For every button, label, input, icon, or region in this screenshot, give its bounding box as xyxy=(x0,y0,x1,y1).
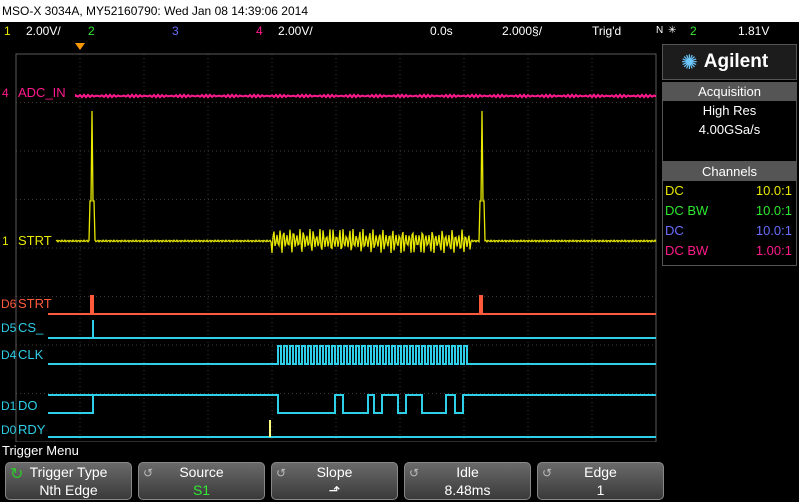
sample-rate: 4.00GSa/s xyxy=(698,122,761,137)
d5-tag: D5 xyxy=(1,321,17,335)
softkey-value: 8.48ms xyxy=(444,482,491,498)
channel-row: DC 10.0:1 xyxy=(663,221,796,241)
softkey-title: Edge xyxy=(584,464,617,480)
channels-header: Channels xyxy=(663,163,796,181)
edge-softkey[interactable]: ↺ Edge 1 xyxy=(537,462,664,500)
softkey-value: Nth Edge xyxy=(39,482,98,498)
d0-tag: D0 xyxy=(1,423,17,437)
status-bar: 1 2.00V/ 2 3 4 2.00V/ 0.0s 2.000§/ Trig'… xyxy=(0,22,799,40)
ch2-probe: 10.0:1 xyxy=(755,203,792,218)
label-strt-analog: STRT xyxy=(18,233,52,248)
ch1-number[interactable]: 1 xyxy=(4,22,11,40)
delay-readout[interactable]: 0.0s xyxy=(430,22,453,40)
trigger-level[interactable]: 1.81V xyxy=(738,22,769,40)
waveform-display[interactable]: 4 ADC_IN 1 STRT D6 STRT D5 CS_ D4 CLK D1… xyxy=(0,40,660,442)
ch4-probe: 1.00:1 xyxy=(755,243,792,258)
ch4-scale[interactable]: 2.00V/ xyxy=(278,22,313,40)
rotate-knob-icon: ↺ xyxy=(276,466,287,480)
waveform-canvas[interactable]: 4 ADC_IN 1 STRT D6 STRT D5 CS_ D4 CLK D1… xyxy=(0,40,660,442)
trigger-mode: Trig'd xyxy=(592,24,622,38)
spark-icon: ✺ xyxy=(681,51,698,74)
d6-tag: D6 xyxy=(1,297,17,311)
rotate-knob-icon: ↻ xyxy=(10,466,24,483)
acquisition-panel[interactable]: Acquisition High Res 4.00GSa/s xyxy=(662,82,797,162)
acquisition-header: Acquisition xyxy=(663,83,796,101)
ch2-number[interactable]: 2 xyxy=(88,22,95,40)
brand-name: Agilent xyxy=(703,51,769,72)
sidebar: ✺ Agilent Acquisition High Res 4.00GSa/s… xyxy=(660,40,799,442)
ch2-coupling: DC BW xyxy=(665,203,709,218)
ch1-coupling: DC xyxy=(665,183,684,198)
ch3-probe: 10.0:1 xyxy=(755,223,792,238)
adc-in-trace xyxy=(75,93,657,99)
label-d4-clk: CLK xyxy=(18,347,44,362)
channel-row: DC BW 10.0:1 xyxy=(663,201,796,221)
instrument-title: MSO-X 3034A, MY52160790: Wed Jan 08 14:3… xyxy=(2,4,308,18)
ch1-scale[interactable]: 2.00V/ xyxy=(26,22,61,40)
softkey-bar: ↻ Trigger Type Nth Edge ↺ Source S1 ↺ Sl… xyxy=(0,460,799,502)
ch4-coupling: DC BW xyxy=(665,243,709,258)
trigger-source: N xyxy=(656,25,664,36)
ch1-probe: 10.0:1 xyxy=(755,183,792,198)
softkey-title: Trigger Type xyxy=(29,464,108,480)
source-softkey[interactable]: ↺ Source S1 xyxy=(138,462,265,500)
title-bar: MSO-X 3034A, MY52160790: Wed Jan 08 14:3… xyxy=(0,0,799,22)
softkey-value: ⬏ xyxy=(328,482,341,498)
ch4-ground-marker: 4 xyxy=(2,86,9,100)
acquisition-mode: High Res xyxy=(702,103,757,118)
softkey-title: Idle xyxy=(456,464,479,480)
rotate-knob-icon: ↺ xyxy=(143,466,154,480)
channel-row: DC BW 1.00:1 xyxy=(663,241,796,261)
channels-panel[interactable]: Channels DC 10.0:1 DC BW 10.0:1 DC 10.0:1 D… xyxy=(662,162,797,266)
slope-softkey[interactable]: ↺ Slope ⬏ xyxy=(271,462,398,500)
softkey-title: Source xyxy=(179,464,224,480)
label-d0-rdy: RDY xyxy=(18,422,46,437)
ch4-number[interactable]: 4 xyxy=(256,22,263,40)
softkey-value: S1 xyxy=(192,482,211,498)
d1-tag: D1 xyxy=(1,399,17,413)
rotate-knob-icon: ↺ xyxy=(542,466,553,480)
label-d5-cs: CS_ xyxy=(18,320,44,335)
ch3-coupling: DC xyxy=(665,223,684,238)
channel-row: DC 10.0:1 xyxy=(663,181,796,201)
label-d6-strt: STRT xyxy=(18,296,52,311)
d4-tag: D4 xyxy=(1,348,17,362)
ch3-number[interactable]: 3 xyxy=(172,22,179,40)
ch1-ground-marker: 1 xyxy=(2,234,9,248)
softkey-title: Slope xyxy=(316,464,353,480)
label-adc-in: ADC_IN xyxy=(18,85,66,100)
trigger-channel: 2 xyxy=(690,24,697,38)
trigger-type-icon: ✳ xyxy=(668,25,677,36)
softkey-value: 1 xyxy=(596,482,605,498)
timebase-readout[interactable]: 2.000§/ xyxy=(502,22,542,40)
menu-title: Trigger Menu xyxy=(2,443,79,458)
brand-logo: ✺ Agilent xyxy=(662,44,797,80)
trigger-type-softkey[interactable]: ↻ Trigger Type Nth Edge xyxy=(5,462,132,500)
idle-softkey[interactable]: ↺ Idle 8.48ms xyxy=(404,462,531,500)
label-d1-do: DO xyxy=(18,398,38,413)
rotate-knob-icon: ↺ xyxy=(409,466,420,480)
